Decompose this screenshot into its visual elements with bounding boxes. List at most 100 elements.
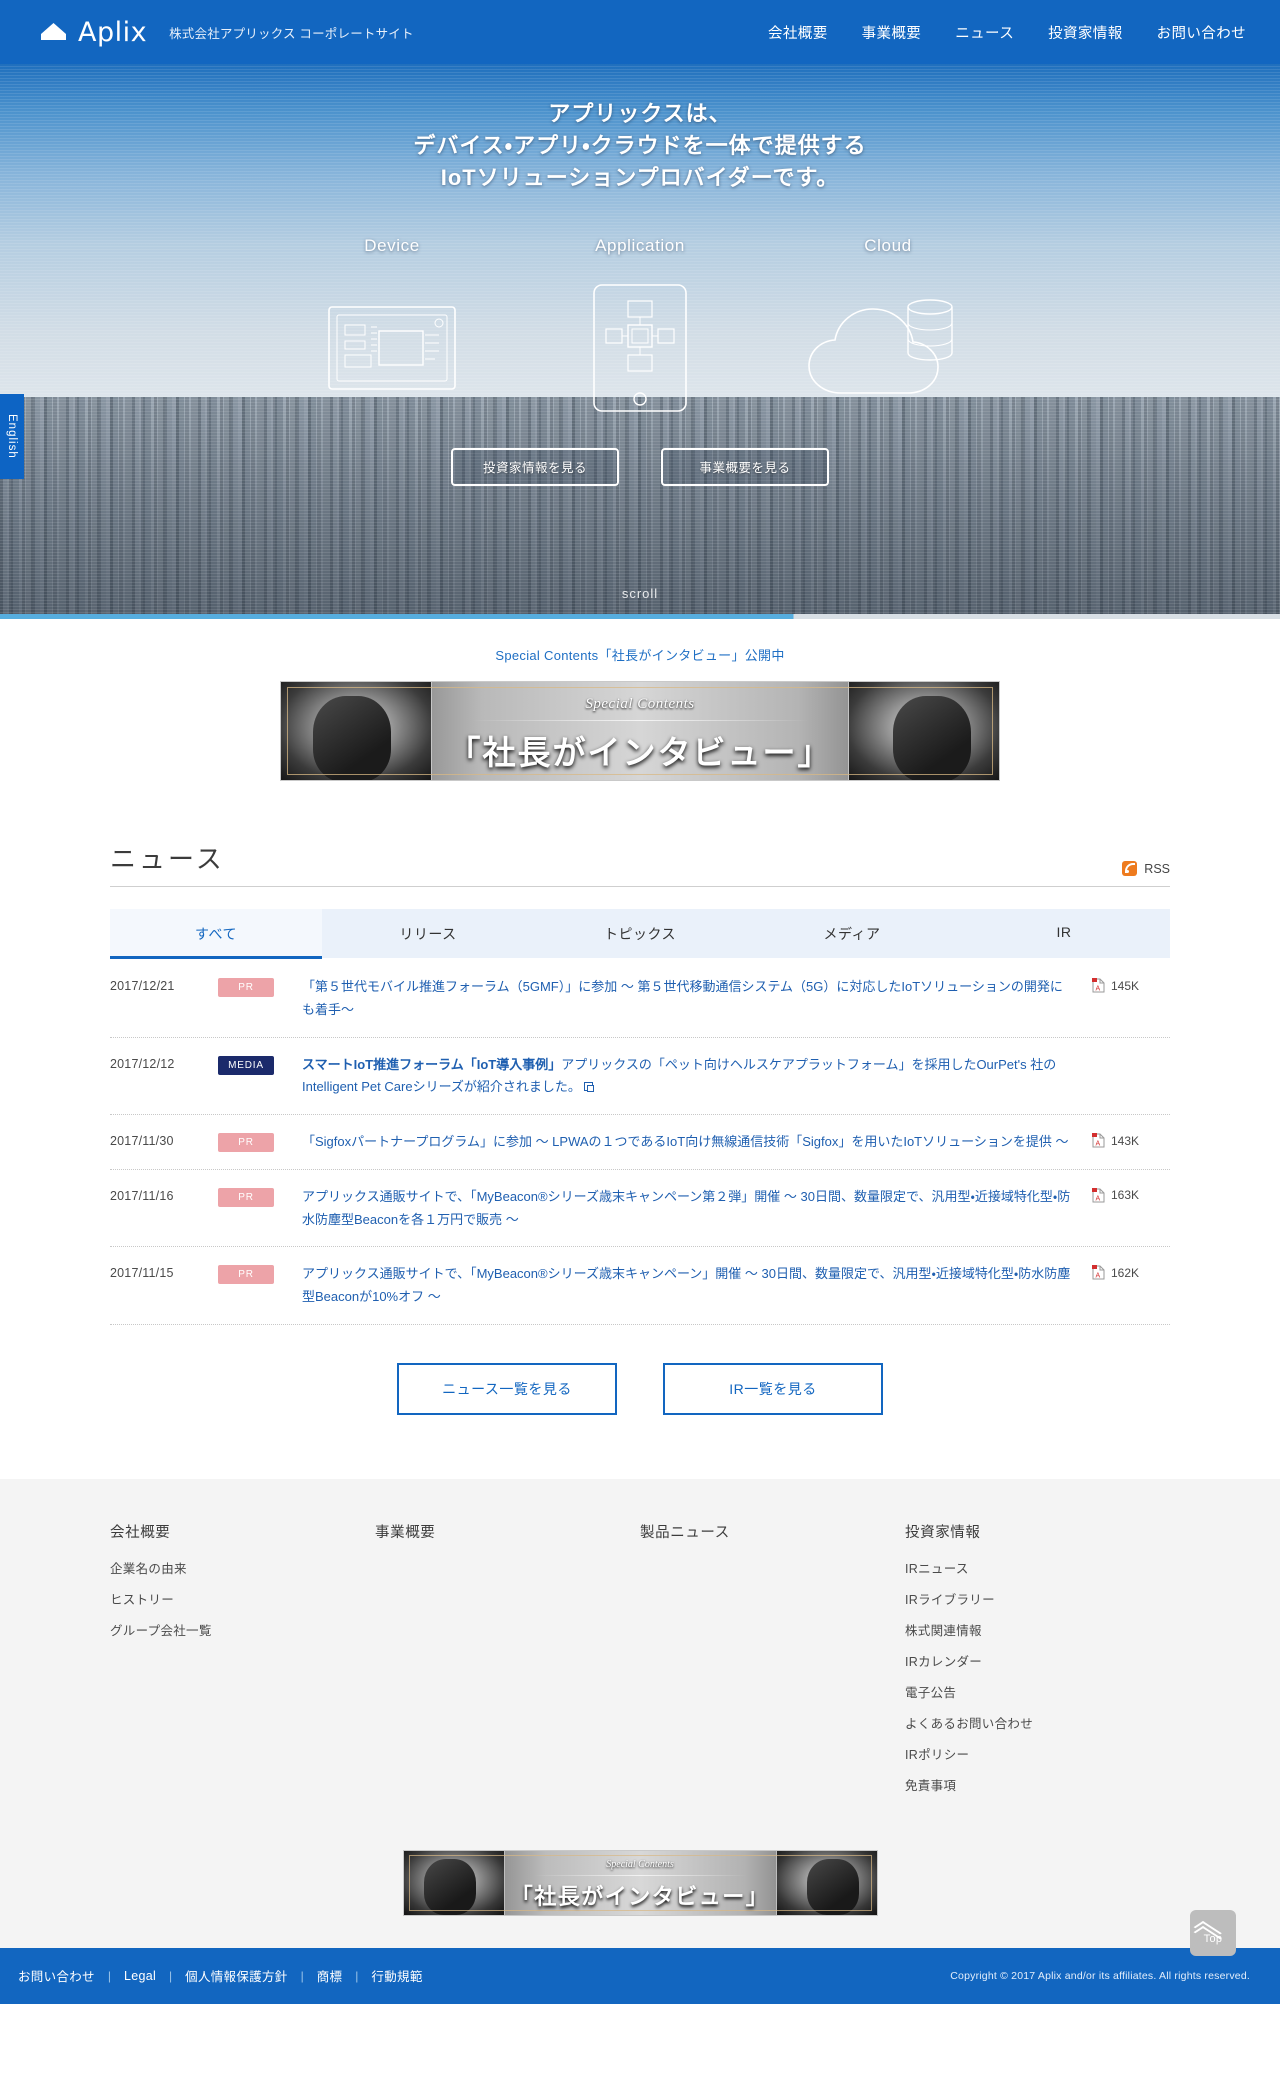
- tab-all[interactable]: すべて: [110, 909, 322, 959]
- news-date: 2017/12/12: [110, 1056, 175, 1071]
- nav-item-company[interactable]: 会社概要: [768, 22, 828, 43]
- news-headline-text: アプリックス通販サイトで、「MyBeacon®シリーズ歳末キャンペーン」開催 〜…: [302, 1266, 1071, 1304]
- bottom-bar: お問い合わせ | Legal | 個人情報保護方針 | 商標 | 行動規範 Co…: [0, 1947, 1280, 2004]
- special-contents-link[interactable]: Special Contents「社長がインタビュー」公開中: [495, 648, 784, 663]
- footer-link-ir-policy[interactable]: IRポリシー: [905, 1748, 969, 1762]
- pdf-icon: A: [1092, 978, 1105, 993]
- footer-link-group[interactable]: グループ会社一覧: [110, 1624, 212, 1638]
- footer-link-ir-library[interactable]: IRライブラリー: [905, 1593, 995, 1607]
- footer-heading-ir[interactable]: 投資家情報: [905, 1521, 1170, 1542]
- news-attachment: [1092, 1054, 1170, 1056]
- nav-item-contact[interactable]: お問い合わせ: [1157, 22, 1246, 43]
- list-item: 免責事項: [905, 1775, 1170, 1795]
- news-headline[interactable]: 「Sigfoxパートナープログラム」に参加 〜 LPWAの１つであるIoT向け無…: [274, 1131, 1092, 1154]
- list-item: IRカレンダー: [905, 1651, 1170, 1671]
- hero-cta-buttons: 投資家情報を見る 事業概要を見る: [0, 447, 1280, 486]
- footer-link-origin[interactable]: 企業名の由来: [110, 1562, 187, 1576]
- special-contents-banner[interactable]: Special Contents 「社長がインタビュー」: [280, 681, 1000, 781]
- news-date: 2017/11/16: [110, 1188, 174, 1203]
- pdf-icon: A: [1092, 1265, 1105, 1280]
- footer-heading-company[interactable]: 会社概要: [110, 1521, 375, 1542]
- status-badge: PR: [218, 978, 274, 997]
- tab-release[interactable]: リリース: [322, 909, 534, 958]
- footer-link-ir-news[interactable]: IRニュース: [905, 1562, 969, 1576]
- english-language-tab[interactable]: English: [0, 394, 24, 479]
- bottom-link-code-of-conduct[interactable]: 行動規範: [371, 1966, 422, 1985]
- footer-links-company: 企業名の由来 ヒストリー グループ会社一覧: [110, 1558, 375, 1640]
- news-attachment[interactable]: A 163K: [1092, 1186, 1170, 1203]
- news-headline-bold: スマートIoT推進フォーラム「IoT導入事例」: [302, 1056, 562, 1072]
- bottom-link-contact[interactable]: お問い合わせ: [18, 1966, 95, 1985]
- table-row: 2017/12/12 MEDIA スマートIoT推進フォーラム「IoT導入事例」…: [110, 1038, 1170, 1115]
- list-item: 株式関連情報: [905, 1620, 1170, 1640]
- news-attachment[interactable]: A 145K: [1092, 976, 1170, 993]
- footer-special-contents-banner[interactable]: Special Contents 「社長がインタビュー」: [402, 1849, 878, 1916]
- footer-links-ir: IRニュース IRライブラリー 株式関連情報 IRカレンダー 電子公告 よくある…: [905, 1558, 1170, 1795]
- scroll-to-top-button[interactable]: Top: [1190, 1909, 1236, 1956]
- news-headline[interactable]: アプリックス通販サイトで、「MyBeacon®シリーズ歳末キャンペーン第２弾」開…: [274, 1186, 1092, 1232]
- table-row: 2017/11/15 PR アプリックス通販サイトで、「MyBeacon®シリー…: [110, 1247, 1170, 1325]
- footer-link-disclaimer[interactable]: 免責事項: [905, 1779, 956, 1793]
- news-headline[interactable]: アプリックス通販サイトで、「MyBeacon®シリーズ歳末キャンペーン」開催 〜…: [274, 1263, 1092, 1309]
- svg-text:A: A: [1096, 1141, 1101, 1148]
- news-headline[interactable]: スマートIoT推進フォーラム「IoT導入事例」アプリックスの「ペット向けヘルスケ…: [274, 1054, 1092, 1100]
- footer-link-e-notice[interactable]: 電子公告: [905, 1686, 956, 1700]
- tab-topics[interactable]: トピックス: [534, 909, 746, 958]
- hero-title-line-1: アプリックスは、: [548, 101, 732, 126]
- chevron-up-icon: [1202, 1920, 1224, 1931]
- svg-text:A: A: [1096, 1273, 1101, 1280]
- nav-item-ir[interactable]: 投資家情報: [1048, 22, 1123, 43]
- hero-content: アプリックスは、 デバイス・アプリ・クラウドを一体で提供する IoTソリューショ…: [0, 64, 1280, 486]
- footer-wrapper: 会社概要 企業名の由来 ヒストリー グループ会社一覧 事業概要 製品ニュース 投…: [0, 1478, 1280, 1956]
- scroll-indicator: scroll: [621, 586, 659, 601]
- bottom-bar-links: お問い合わせ | Legal | 個人情報保護方針 | 商標 | 行動規範: [18, 1966, 423, 1985]
- footer-link-stock-info[interactable]: 株式関連情報: [905, 1624, 982, 1638]
- hero-ir-button[interactable]: 投資家情報を見る: [451, 447, 619, 486]
- footer-link-history[interactable]: ヒストリー: [110, 1593, 174, 1607]
- special-banner-caption: Special Contents: [585, 696, 695, 712]
- pdf-icon: A: [1092, 1133, 1105, 1148]
- logo-text: Aplix: [78, 16, 148, 48]
- news-action-buttons: ニュース一覧を見る IR一覧を見る: [110, 1362, 1170, 1415]
- status-badge: MEDIA: [218, 1055, 274, 1075]
- site-tagline: 株式会社アプリックス コーポレートサイト: [169, 26, 414, 41]
- rss-icon: [1122, 861, 1138, 876]
- view-all-news-button[interactable]: ニュース一覧を見る: [397, 1362, 617, 1415]
- table-row: 2017/11/30 PR 「Sigfoxパートナープログラム」に参加 〜 LP…: [110, 1115, 1170, 1170]
- news-attachment[interactable]: A 162K: [1092, 1263, 1170, 1280]
- banner-rule: [471, 720, 809, 721]
- hero-title: アプリックスは、 デバイス・アプリ・クラウドを一体で提供する IoTソリューショ…: [0, 98, 1280, 194]
- footer-heading-product-news[interactable]: 製品ニュース: [640, 1521, 905, 1542]
- bottom-link-privacy[interactable]: 個人情報保護方針: [185, 1966, 287, 1985]
- svg-text:A: A: [1096, 986, 1101, 993]
- rss-label: RSS: [1144, 861, 1170, 876]
- english-tab-label: English: [6, 414, 18, 459]
- news-attachment[interactable]: A 143K: [1092, 1131, 1170, 1148]
- rss-link[interactable]: RSS: [1122, 861, 1170, 876]
- bottom-link-legal[interactable]: Legal: [124, 1969, 156, 1983]
- footer-link-faq[interactable]: よくあるお問い合わせ: [905, 1717, 1033, 1731]
- news-headline-text: 「Sigfoxパートナープログラム」に参加 〜 LPWAの１つであるIoT向け無…: [302, 1134, 1069, 1149]
- site-logo[interactable]: Aplix: [40, 19, 147, 46]
- footer-heading-business[interactable]: 事業概要: [375, 1521, 640, 1542]
- status-badge: PR: [218, 1265, 274, 1285]
- hero-business-button[interactable]: 事業概要を見る: [661, 447, 829, 486]
- view-all-ir-button[interactable]: IR一覧を見る: [663, 1362, 883, 1415]
- news-file-size: 143K: [1111, 1133, 1140, 1148]
- tab-ir[interactable]: IR: [958, 909, 1170, 958]
- list-item: 電子公告: [905, 1682, 1170, 1702]
- news-tabs: すべて リリース トピックス メディア IR: [110, 909, 1170, 959]
- nav-item-business[interactable]: 事業概要: [862, 22, 922, 43]
- news-headline[interactable]: 「第５世代モバイル推進フォーラム（5GMF）」に参加 〜 第５世代移動通信システ…: [274, 976, 1092, 1022]
- news-file-size: 163K: [1111, 1188, 1140, 1203]
- site-footer: 会社概要 企業名の由来 ヒストリー グループ会社一覧 事業概要 製品ニュース 投…: [0, 1478, 1280, 1948]
- footer-link-ir-calendar[interactable]: IRカレンダー: [905, 1655, 982, 1669]
- nav-item-news[interactable]: ニュース: [955, 22, 1014, 43]
- tab-media[interactable]: メディア: [746, 909, 958, 958]
- application-tablet-icon: [516, 278, 764, 418]
- bottom-separator: |: [355, 1968, 359, 1983]
- footer-banner-title: 「社長がインタビュー」: [510, 1883, 770, 1909]
- footer-column-ir: 投資家情報 IRニュース IRライブラリー 株式関連情報 IRカレンダー 電子公…: [905, 1521, 1170, 1806]
- bottom-link-trademark[interactable]: 商標: [317, 1966, 343, 1985]
- news-headline-text: 「第５世代モバイル推進フォーラム（5GMF）」に参加 〜 第５世代移動通信システ…: [302, 979, 1063, 1017]
